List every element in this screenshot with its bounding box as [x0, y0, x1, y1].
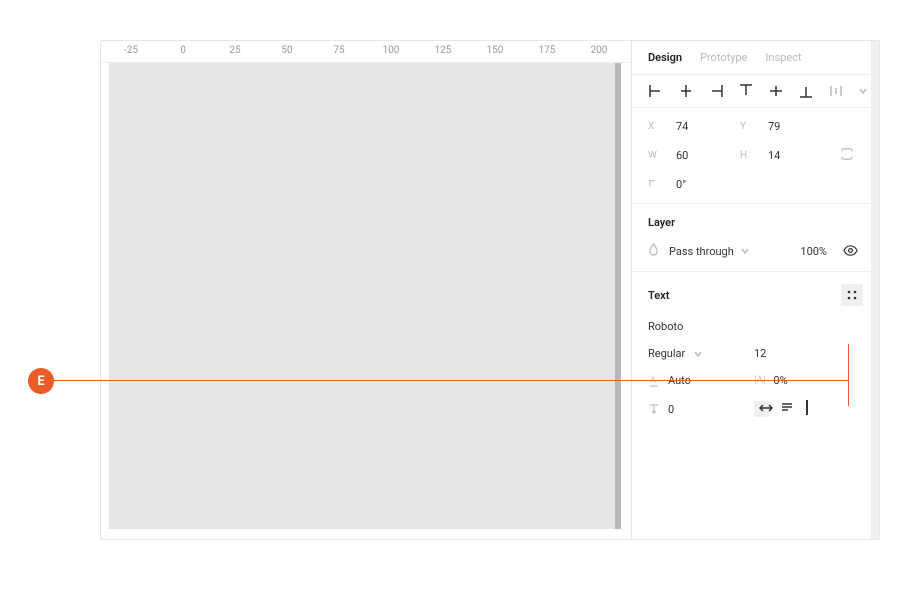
app-window: -25 0 25 50 75 100 125 150 175 200 Desig… — [100, 40, 880, 540]
blend-mode-value: Pass through — [669, 245, 734, 258]
fixed-size-icon[interactable] — [806, 401, 822, 417]
panel-scrollbar[interactable] — [871, 41, 879, 539]
font-size-value[interactable]: 12 — [754, 347, 766, 360]
constrain-proportions-icon[interactable] — [840, 147, 856, 163]
paragraph-spacing-icon — [648, 403, 660, 415]
blend-mode-select[interactable]: Pass through — [669, 245, 790, 258]
ruler-tick: 75 — [333, 45, 344, 56]
text-title: Text — [648, 289, 669, 302]
w-label: W — [648, 150, 662, 161]
x-label: X — [648, 121, 662, 132]
ruler-tick: 0 — [180, 45, 186, 56]
canvas-scrollbar[interactable] — [615, 63, 621, 529]
ruler-tick: 125 — [435, 45, 452, 56]
auto-width-icon[interactable] — [754, 401, 770, 417]
tab-design[interactable]: Design — [648, 51, 682, 64]
y-label: Y — [740, 121, 754, 132]
h-value[interactable]: 14 — [768, 149, 818, 162]
paragraph-spacing-value[interactable]: 0 — [668, 403, 674, 416]
opacity-value[interactable]: 100% — [800, 245, 827, 258]
w-value[interactable]: 60 — [676, 149, 726, 162]
annotation-line — [54, 380, 848, 381]
h-label: H — [740, 150, 754, 161]
align-hcenter-icon[interactable] — [678, 83, 694, 99]
visibility-eye-icon[interactable] — [843, 243, 859, 259]
ruler-tick: 50 — [281, 45, 292, 56]
align-vcenter-icon[interactable] — [768, 83, 784, 99]
annotation-line-end — [848, 344, 849, 406]
blend-drop-icon — [648, 243, 659, 259]
annotation-badge: E — [28, 368, 54, 394]
panel-tabs: Design Prototype Inspect — [632, 41, 879, 75]
tab-prototype[interactable]: Prototype — [700, 51, 747, 64]
align-left-icon[interactable] — [648, 83, 664, 99]
distribute-chevron-icon[interactable] — [858, 86, 868, 96]
alignment-toolbar — [632, 75, 879, 108]
y-value[interactable]: 79 — [768, 120, 818, 133]
canvas-area[interactable] — [109, 63, 621, 529]
text-section: Text Roboto Regular 12 — [632, 272, 879, 429]
ruler-tick: 200 — [591, 45, 608, 56]
align-right-icon[interactable] — [708, 83, 724, 99]
font-family-select[interactable]: Roboto — [648, 320, 863, 333]
tab-inspect[interactable]: Inspect — [765, 51, 801, 64]
layer-title: Layer — [648, 216, 863, 229]
distribute-icon[interactable] — [828, 83, 844, 99]
align-top-icon[interactable] — [738, 83, 754, 99]
horizontal-ruler: -25 0 25 50 75 100 125 150 175 200 — [101, 41, 631, 63]
ruler-tick: 175 — [539, 45, 556, 56]
font-weight-value: Regular — [648, 347, 685, 360]
x-value[interactable]: 74 — [676, 120, 726, 133]
ruler-tick: 100 — [383, 45, 400, 56]
rotation-icon — [648, 177, 662, 191]
ruler-tick: 25 — [229, 45, 240, 56]
annotation-letter: E — [37, 374, 44, 389]
inspector-panel: Design Prototype Inspect — [631, 41, 879, 539]
auto-height-icon[interactable] — [780, 401, 796, 417]
position-section: X 74 Y 79 W 60 H 14 0° — [632, 108, 879, 204]
rotation-value[interactable]: 0° — [676, 178, 726, 191]
ruler-tick: -25 — [124, 45, 138, 56]
font-weight-select[interactable]: Regular — [648, 347, 744, 360]
ruler-tick: 150 — [487, 45, 504, 56]
layer-section: Layer Pass through 100% — [632, 204, 879, 272]
text-type-settings-button[interactable] — [841, 284, 863, 306]
align-bottom-icon[interactable] — [798, 83, 814, 99]
